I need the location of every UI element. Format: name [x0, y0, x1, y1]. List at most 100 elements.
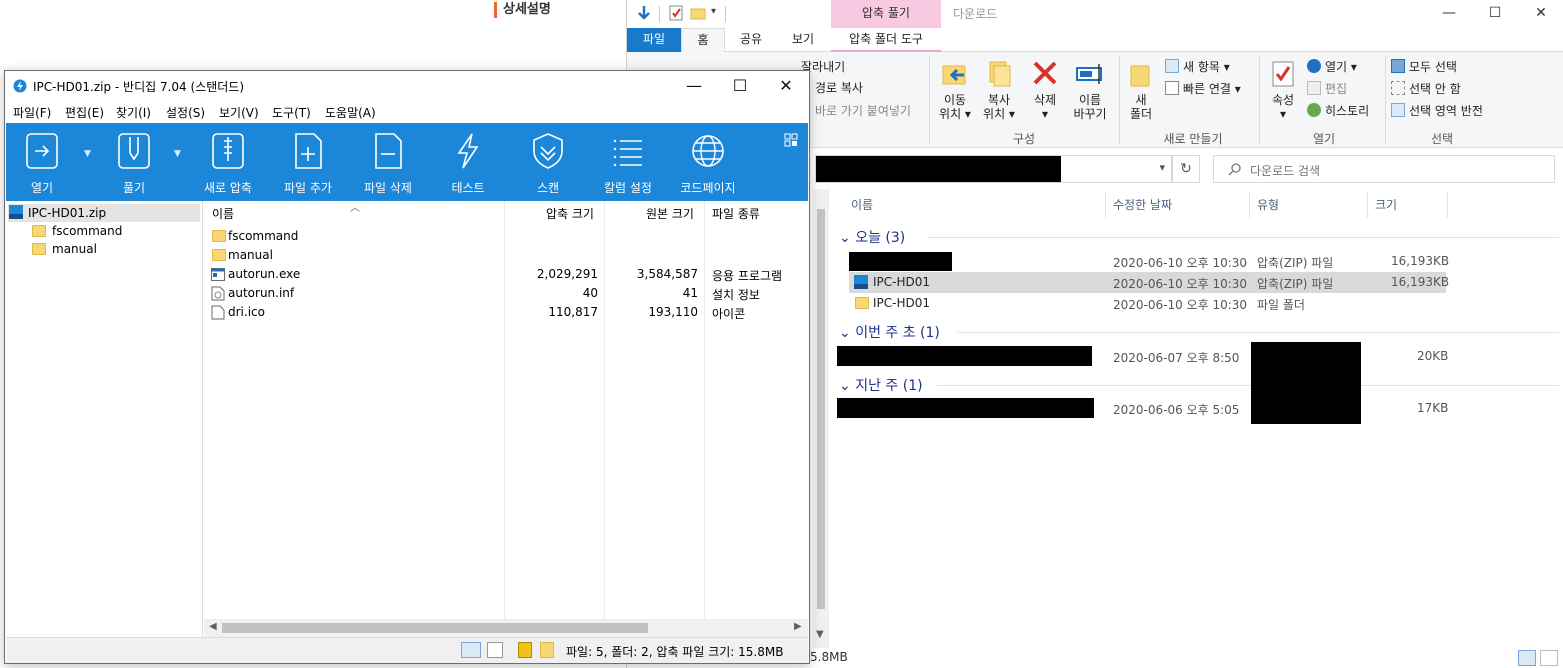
- nav-pane-scrollbar[interactable]: ▼: [813, 189, 829, 649]
- select-none-button[interactable]: 선택 안 함: [1391, 80, 1461, 98]
- new-item-button[interactable]: 새 항목 ▾: [1165, 58, 1230, 76]
- down-arrow-icon[interactable]: [635, 4, 653, 22]
- menu-view[interactable]: 보기(V): [219, 104, 259, 121]
- horizontal-scrollbar[interactable]: ◀ ▶: [204, 619, 808, 637]
- bandizip-titlebar: IPC-HD01.zip - 반디집 7.04 (스탠더드) — ☐ ✕: [5, 71, 809, 101]
- details-view-icon[interactable]: [1518, 650, 1536, 666]
- menu-settings[interactable]: 설정(S): [166, 104, 205, 121]
- details-view-icon[interactable]: [461, 642, 481, 658]
- tree-item-manual[interactable]: manual: [32, 240, 97, 258]
- close-button[interactable]: ✕: [1518, 0, 1563, 28]
- group-header-early-this-week[interactable]: ⌄ 이번 주 초 (1): [839, 322, 940, 342]
- bz-minimize-button[interactable]: —: [671, 71, 717, 101]
- history-button[interactable]: 히스토리: [1307, 102, 1369, 120]
- column-packed-size[interactable]: 압축 크기: [546, 205, 594, 222]
- organize-group-label: 구성: [1012, 132, 1036, 146]
- nav-pane-scrollbar-thumb[interactable]: [817, 209, 825, 609]
- tab-compressed-folder-tools[interactable]: 압축 폴더 도구: [831, 28, 941, 52]
- select-all-button[interactable]: 모두 선택: [1391, 58, 1457, 76]
- preview-view-icon[interactable]: [487, 642, 503, 658]
- delete-file-button[interactable]: 파일 삭제: [348, 123, 428, 201]
- open-archive-button[interactable]: 열기: [2, 123, 82, 201]
- new-archive-button[interactable]: 새로 압축: [188, 123, 268, 201]
- select-group-label: 선택: [1430, 132, 1454, 146]
- menu-find[interactable]: 찾기(I): [116, 104, 151, 121]
- codepage-button[interactable]: 코드페이지: [668, 123, 748, 201]
- paste-shortcut-button[interactable]: 바로 가기 붙여넣기: [815, 102, 911, 120]
- tab-file[interactable]: 파일: [627, 28, 681, 52]
- copy-path-button[interactable]: 경로 복사: [815, 79, 863, 97]
- file-date: 2020-06-07 오후 8:50: [1113, 351, 1240, 365]
- scroll-down-icon[interactable]: ▼: [816, 629, 824, 640]
- open-dropdown-icon[interactable]: ▼: [84, 149, 91, 159]
- group-header-today[interactable]: ⌄ 오늘 (3): [839, 227, 905, 247]
- address-bar[interactable]: ▾: [815, 155, 1172, 183]
- column-name[interactable]: 이름: [212, 205, 234, 222]
- list-item[interactable]: autorun.inf 40 41 설치 정보: [204, 284, 808, 303]
- move-to-button[interactable]: 이동 위치 ▾: [933, 58, 977, 121]
- properties-button[interactable]: 속성 ▾: [1265, 58, 1301, 121]
- file-row[interactable]: IPC-HD01 2020-06-10 오후 10:30 파일 폴더: [849, 293, 1446, 314]
- extract-button[interactable]: 풀기: [94, 123, 174, 201]
- history-label: 히스토리: [1325, 104, 1370, 118]
- menu-edit[interactable]: 편집(E): [65, 104, 104, 121]
- horizontal-scrollbar-thumb[interactable]: [222, 623, 648, 633]
- column-size[interactable]: 크기: [1375, 196, 1397, 213]
- file-row[interactable]: 2020-06-10 오후 10:30 압축(ZIP) 파일 16,193KB: [849, 251, 1449, 272]
- maximize-button[interactable]: ☐: [1472, 0, 1518, 28]
- qa-customize-icon[interactable]: ▾: [711, 6, 716, 17]
- bz-close-button[interactable]: ✕: [763, 71, 809, 101]
- add-file-button[interactable]: 파일 추가: [268, 123, 348, 201]
- new-folder-button[interactable]: 새 폴더: [1123, 58, 1159, 121]
- scroll-right-icon[interactable]: ▶: [794, 621, 802, 632]
- properties-check-icon[interactable]: [667, 4, 685, 22]
- delete-button[interactable]: 삭제 ▾: [1025, 58, 1065, 121]
- large-icons-view-icon[interactable]: [1540, 650, 1558, 666]
- column-file-kind[interactable]: 파일 종류: [712, 205, 760, 222]
- copy-to-button[interactable]: 복사 위치 ▾: [977, 58, 1021, 121]
- easy-access-button[interactable]: 빠른 연결 ▾: [1165, 80, 1241, 98]
- test-button[interactable]: 테스트: [428, 123, 508, 201]
- tree-item-root[interactable]: IPC-HD01.zip: [8, 204, 200, 222]
- open-group-label: 열기: [1312, 132, 1336, 146]
- group-header-last-week[interactable]: ⌄ 지난 주 (1): [839, 375, 923, 395]
- edit-button[interactable]: 편집: [1307, 80, 1347, 98]
- refresh-button[interactable]: ↻: [1172, 155, 1200, 183]
- list-item[interactable]: fscommand: [204, 227, 808, 246]
- list-item[interactable]: autorun.exe 2,029,291 3,584,587 응용 프로그램: [204, 265, 808, 284]
- redacted-name: [837, 398, 1094, 418]
- list-item[interactable]: manual: [204, 246, 808, 265]
- new-group-label: 새로 만들기: [1163, 132, 1223, 146]
- redacted-address: [816, 156, 1061, 182]
- archive-file-list: 이름 ︿ 압축 크기 원본 크기 파일 종류 fscommand manual …: [204, 201, 808, 619]
- minimize-button[interactable]: —: [1426, 0, 1472, 28]
- column-type[interactable]: 유형: [1257, 196, 1279, 213]
- scroll-left-icon[interactable]: ◀: [209, 621, 217, 632]
- ribbon-separator: [1259, 56, 1260, 144]
- column-date[interactable]: 수정한 날짜: [1113, 196, 1172, 213]
- tab-share[interactable]: 공유: [729, 28, 773, 52]
- extract-dropdown-icon[interactable]: ▼: [174, 149, 181, 159]
- column-settings-button[interactable]: 칼럼 설정: [588, 123, 668, 201]
- file-row-selected[interactable]: IPC-HD01 2020-06-10 오후 10:30 압축(ZIP) 파일 …: [849, 272, 1449, 293]
- menu-tools[interactable]: 도구(T): [272, 104, 311, 121]
- menu-file[interactable]: 파일(F): [13, 104, 51, 121]
- address-dropdown-icon[interactable]: ▾: [1159, 161, 1165, 174]
- invert-selection-button[interactable]: 선택 영역 반전: [1391, 102, 1483, 120]
- tab-view[interactable]: 보기: [781, 28, 825, 52]
- scan-button[interactable]: 스캔: [508, 123, 588, 201]
- column-original-size[interactable]: 원본 크기: [646, 205, 694, 222]
- tree-item-fscommand[interactable]: fscommand: [32, 222, 122, 240]
- bz-maximize-button[interactable]: ☐: [717, 71, 763, 101]
- layout-grid-icon[interactable]: [784, 133, 798, 147]
- rename-button[interactable]: 이름 바꾸기: [1067, 58, 1113, 121]
- menu-help[interactable]: 도움말(A): [325, 104, 376, 121]
- open-button[interactable]: 열기 ▾: [1307, 58, 1357, 76]
- search-box[interactable]: 다운로드 검색: [1213, 155, 1555, 183]
- new-folder-icon[interactable]: [689, 4, 707, 22]
- list-item[interactable]: dri.ico 110,817 193,110 아이콘: [204, 303, 808, 322]
- tab-home[interactable]: 홈: [681, 28, 725, 53]
- file-name: IPC-HD01: [873, 275, 931, 289]
- column-name[interactable]: 이름: [851, 196, 873, 213]
- move-to-icon: [942, 65, 966, 85]
